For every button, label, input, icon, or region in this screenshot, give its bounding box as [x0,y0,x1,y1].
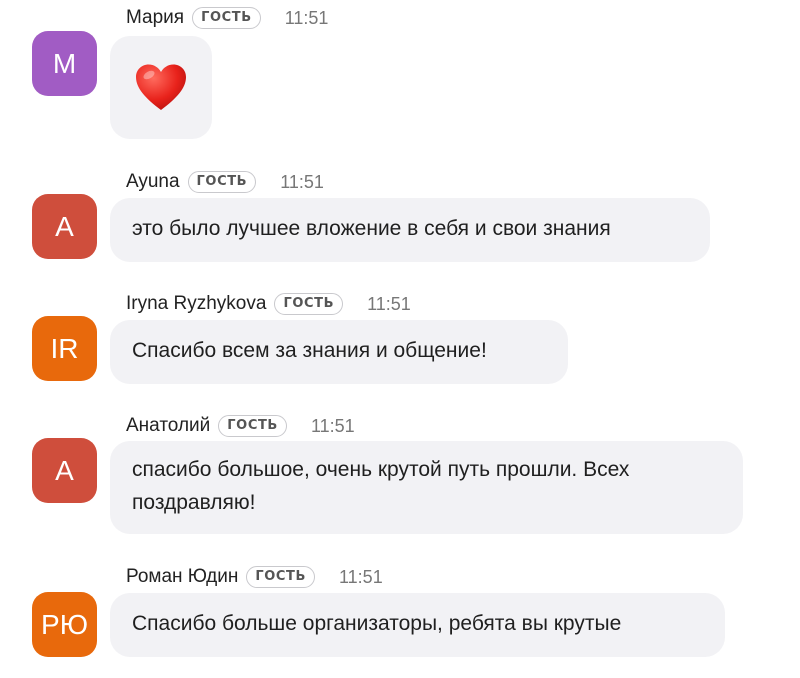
avatar[interactable]: A [32,194,97,259]
heart-icon [136,64,186,110]
guest-badge: ГОСТЬ [274,293,344,315]
sender-name: Анатолий [126,415,211,436]
message-bubble[interactable]: это было лучшее вложение в себя и свои з… [110,198,710,262]
message-time: 11:51 [310,415,355,436]
message-header: Роман Юдин ГОСТЬ 11:51 [126,565,383,589]
message-time: 11:51 [367,293,411,314]
sender-name: Роман Юдин [126,566,239,587]
sender-name: Ayuna [126,171,180,192]
message-header: Анатолий ГОСТЬ 11:51 [126,414,355,438]
message-header: Мария ГОСТЬ 11:51 [126,6,328,30]
message-time: 11:51 [339,566,383,587]
message-bubble[interactable]: спасибо большое, очень крутой путь прошл… [110,441,743,534]
guest-badge: ГОСТЬ [218,415,287,437]
avatar[interactable]: A [32,438,97,503]
avatar[interactable]: РЮ [32,592,97,657]
message-time: 11:51 [280,171,324,192]
message-time: 11:51 [284,7,329,28]
message-header: Ayuna ГОСТЬ 11:51 [126,170,324,194]
guest-badge: ГОСТЬ [246,566,315,588]
message-bubble[interactable] [110,36,212,139]
avatar[interactable]: IR [32,316,97,381]
sender-name: Мария [126,7,185,28]
message-header: Iryna Ryzhykova ГОСТЬ 11:51 [126,292,411,316]
guest-badge: ГОСТЬ [187,171,257,193]
message-bubble[interactable]: Спасибо всем за знания и общение! [110,320,568,384]
guest-badge: ГОСТЬ [192,7,261,29]
sender-name: Iryna Ryzhykova [126,293,267,314]
avatar[interactable]: M [32,31,97,96]
message-bubble[interactable]: Спасибо больше организаторы, ребята вы к… [110,593,725,657]
